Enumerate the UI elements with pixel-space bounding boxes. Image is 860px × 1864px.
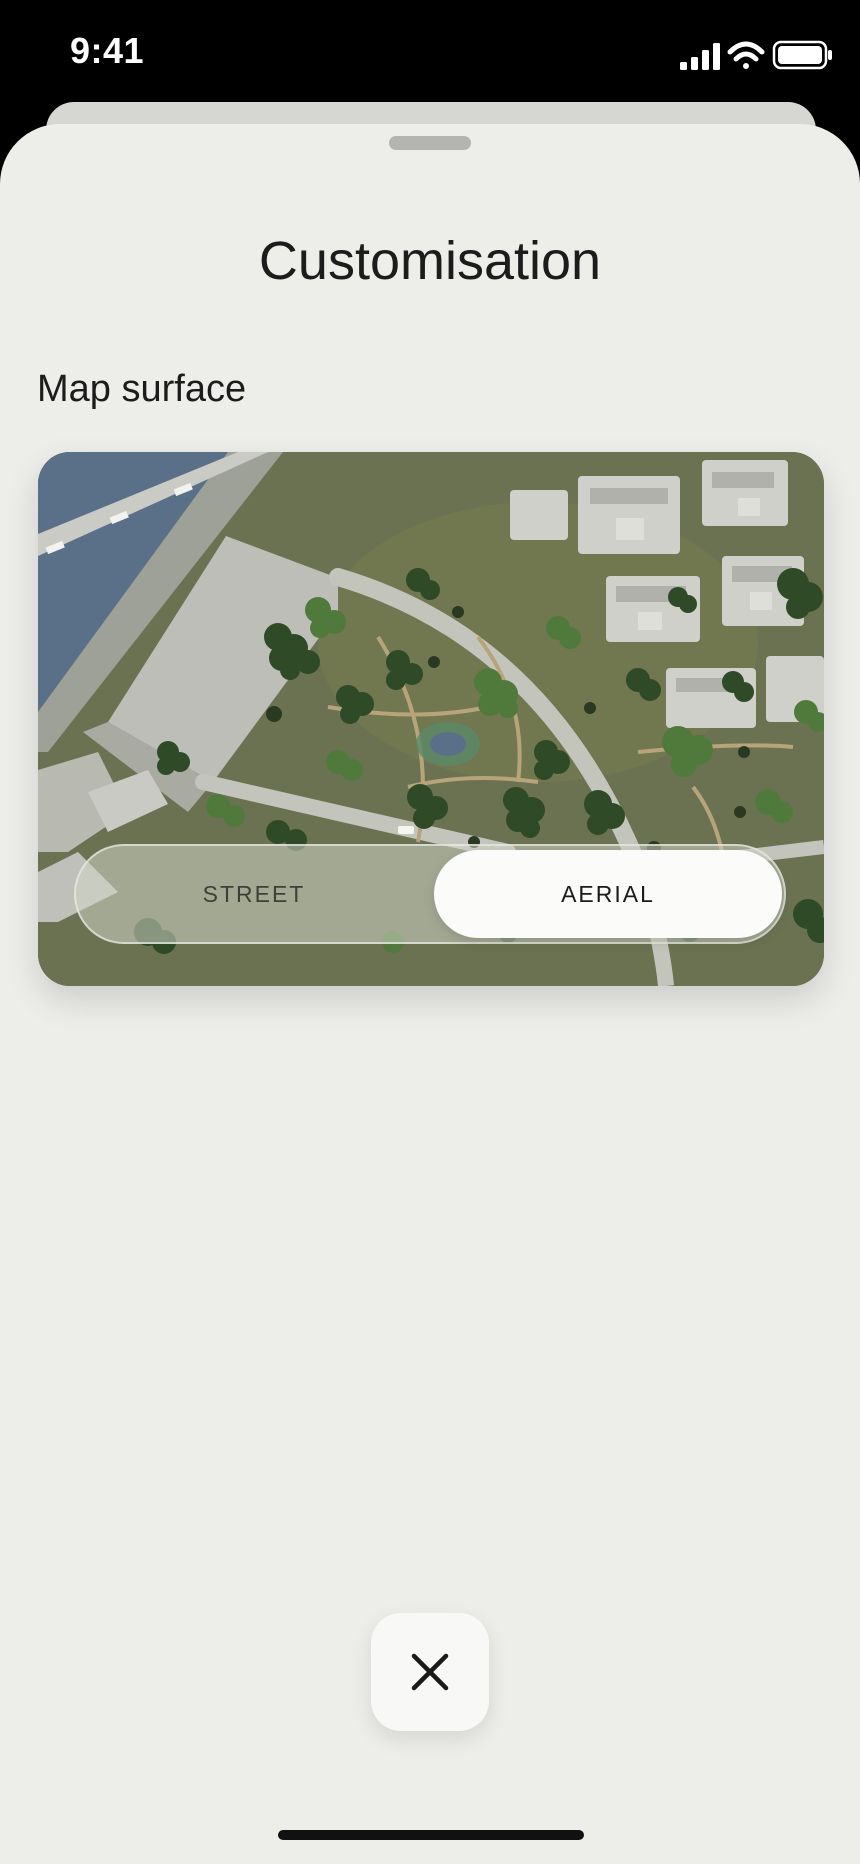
status-bar: 9:41 bbox=[0, 0, 860, 100]
sheet-title: Customisation bbox=[258, 231, 602, 291]
screen: 9:41 Customisation Map surface STREET AE… bbox=[0, 0, 860, 1864]
home-indicator bbox=[278, 1830, 584, 1840]
battery-icon bbox=[772, 40, 832, 70]
cellular-signal-icon bbox=[680, 43, 720, 70]
wifi-icon bbox=[727, 41, 765, 69]
aerial-option[interactable]: AERIAL bbox=[434, 850, 782, 938]
sheet-grabber[interactable] bbox=[389, 136, 471, 150]
map-surface-label: Map surface bbox=[37, 368, 247, 410]
status-icons bbox=[660, 0, 860, 100]
map-surface-preview: STREET AERIAL bbox=[38, 452, 824, 986]
close-icon bbox=[411, 1653, 449, 1691]
status-time: 9:41 bbox=[70, 30, 145, 71]
map-surface-segmented-control: STREET AERIAL bbox=[74, 844, 786, 944]
street-option[interactable]: STREET bbox=[76, 846, 432, 942]
customisation-sheet: Customisation Map surface STREET AERIAL bbox=[0, 124, 860, 1864]
close-button[interactable] bbox=[371, 1613, 489, 1731]
